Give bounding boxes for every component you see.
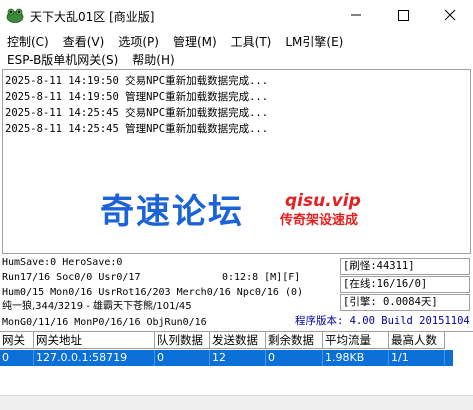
column-header[interactable]: 剩余数据 <box>266 332 323 349</box>
table-cell: 127.0.0.1:58719 <box>34 350 155 366</box>
table-cell: 1.98KB <box>323 350 389 366</box>
table-row[interactable]: 0 127.0.0.1:58719 0 12 0 1.98KB 1/1 <box>0 350 453 366</box>
menu-manage[interactable]: 管理(M) <box>166 32 224 50</box>
table-cell: 0 <box>155 350 210 366</box>
menu-bar: 控制(C) 查看(V) 选项(P) 管理(M) 工具(T) LM引擎(E) ES… <box>0 30 473 68</box>
menu-lm-engine[interactable]: LM引擎(E) <box>278 32 350 50</box>
column-header[interactable]: 发送数据 <box>210 332 266 349</box>
menu-view[interactable]: 查看(V) <box>56 32 112 50</box>
title-bar: 天下大乱01区 [商业版] <box>0 0 473 30</box>
table-cell: 0 <box>266 350 323 366</box>
column-header[interactable]: 队列数据 <box>155 332 210 349</box>
log-line: 2025-8-11 14:19:50 交易NPC重新加载数据完成... <box>5 75 269 87</box>
table-cell: 0 <box>0 350 34 366</box>
window-title: 天下大乱01区 [商业版] <box>30 10 155 24</box>
column-header[interactable]: 网关地址 <box>34 332 155 349</box>
minimize-icon <box>351 14 361 16</box>
menu-row-2: ESP-B版单机网关(S) 帮助(H) <box>0 50 182 68</box>
close-button[interactable] <box>427 0 473 30</box>
menu-esp-gateway[interactable]: ESP-B版单机网关(S) <box>0 50 125 68</box>
watermark-url: qisu.vip <box>285 191 361 211</box>
gateway-table: 网关 网关地址 队列数据 发送数据 剩余数据 平均流量 最高人数 0 127.0… <box>0 331 473 410</box>
minimize-button[interactable] <box>333 0 379 30</box>
menu-tools[interactable]: 工具(T) <box>224 32 279 50</box>
menu-help[interactable]: 帮助(H) <box>125 50 181 68</box>
monster-counts: MonG0/11/16 MonP0/16/16 ObjRun0/16 <box>2 317 207 328</box>
run-status: Run17/16 Soc0/0 Usr0/17 <box>2 272 141 283</box>
player-info: 纯一狼,344/3219 - 雄霸天下苍熊/101/45 <box>2 301 192 312</box>
column-header[interactable]: 网关 <box>0 332 34 349</box>
menu-row-1: 控制(C) 查看(V) 选项(P) 管理(M) 工具(T) LM引擎(E) <box>0 32 350 50</box>
save-status: HumSave:0 HeroSave:0 <box>2 257 123 268</box>
table-cell: 1/1 <box>389 350 445 366</box>
close-icon <box>444 9 456 21</box>
frog-icon <box>6 8 24 23</box>
log-line: 2025-8-11 14:25:45 交易NPC重新加载数据完成... <box>5 107 269 119</box>
log-line: 2025-8-11 14:19:50 管理NPC重新加载数据完成... <box>5 91 269 103</box>
log-line: 2025-8-11 14:25:45 管理NPC重新加载数据完成... <box>5 123 269 135</box>
watermark-subtitle: 传奇架设速成 <box>280 213 359 228</box>
maximize-icon <box>398 10 409 21</box>
maximize-button[interactable] <box>380 0 426 30</box>
refresh-monster-box: [刷怪:44311] <box>340 258 470 275</box>
engine-box: [引擎: 0.0084天] <box>340 294 470 311</box>
column-header[interactable]: 最高人数 <box>389 332 445 349</box>
column-header[interactable]: 平均流量 <box>323 332 389 349</box>
version-label: 程序版本: 4.00 Build 20151104 <box>295 315 470 327</box>
uptime-timer: 0:12:8 [M][F] <box>222 272 301 283</box>
menu-options[interactable]: 选项(P) <box>111 32 166 50</box>
menu-control[interactable]: 控制(C) <box>0 32 56 50</box>
object-counts: Hum0/15 Mon0/16 UsrRot16/203 Merch0/16 N… <box>2 287 304 298</box>
table-header: 网关 网关地址 队列数据 发送数据 剩余数据 平均流量 最高人数 <box>0 332 473 349</box>
watermark-main-text: 奇速论坛 <box>100 192 244 232</box>
watermark: 奇速论坛 qisu.vip 传奇架设速成 <box>100 190 380 240</box>
table-cell: 12 <box>210 350 266 366</box>
horizontal-scrollbar[interactable] <box>0 395 473 410</box>
online-box: [在线:16/16/0] <box>340 276 470 293</box>
